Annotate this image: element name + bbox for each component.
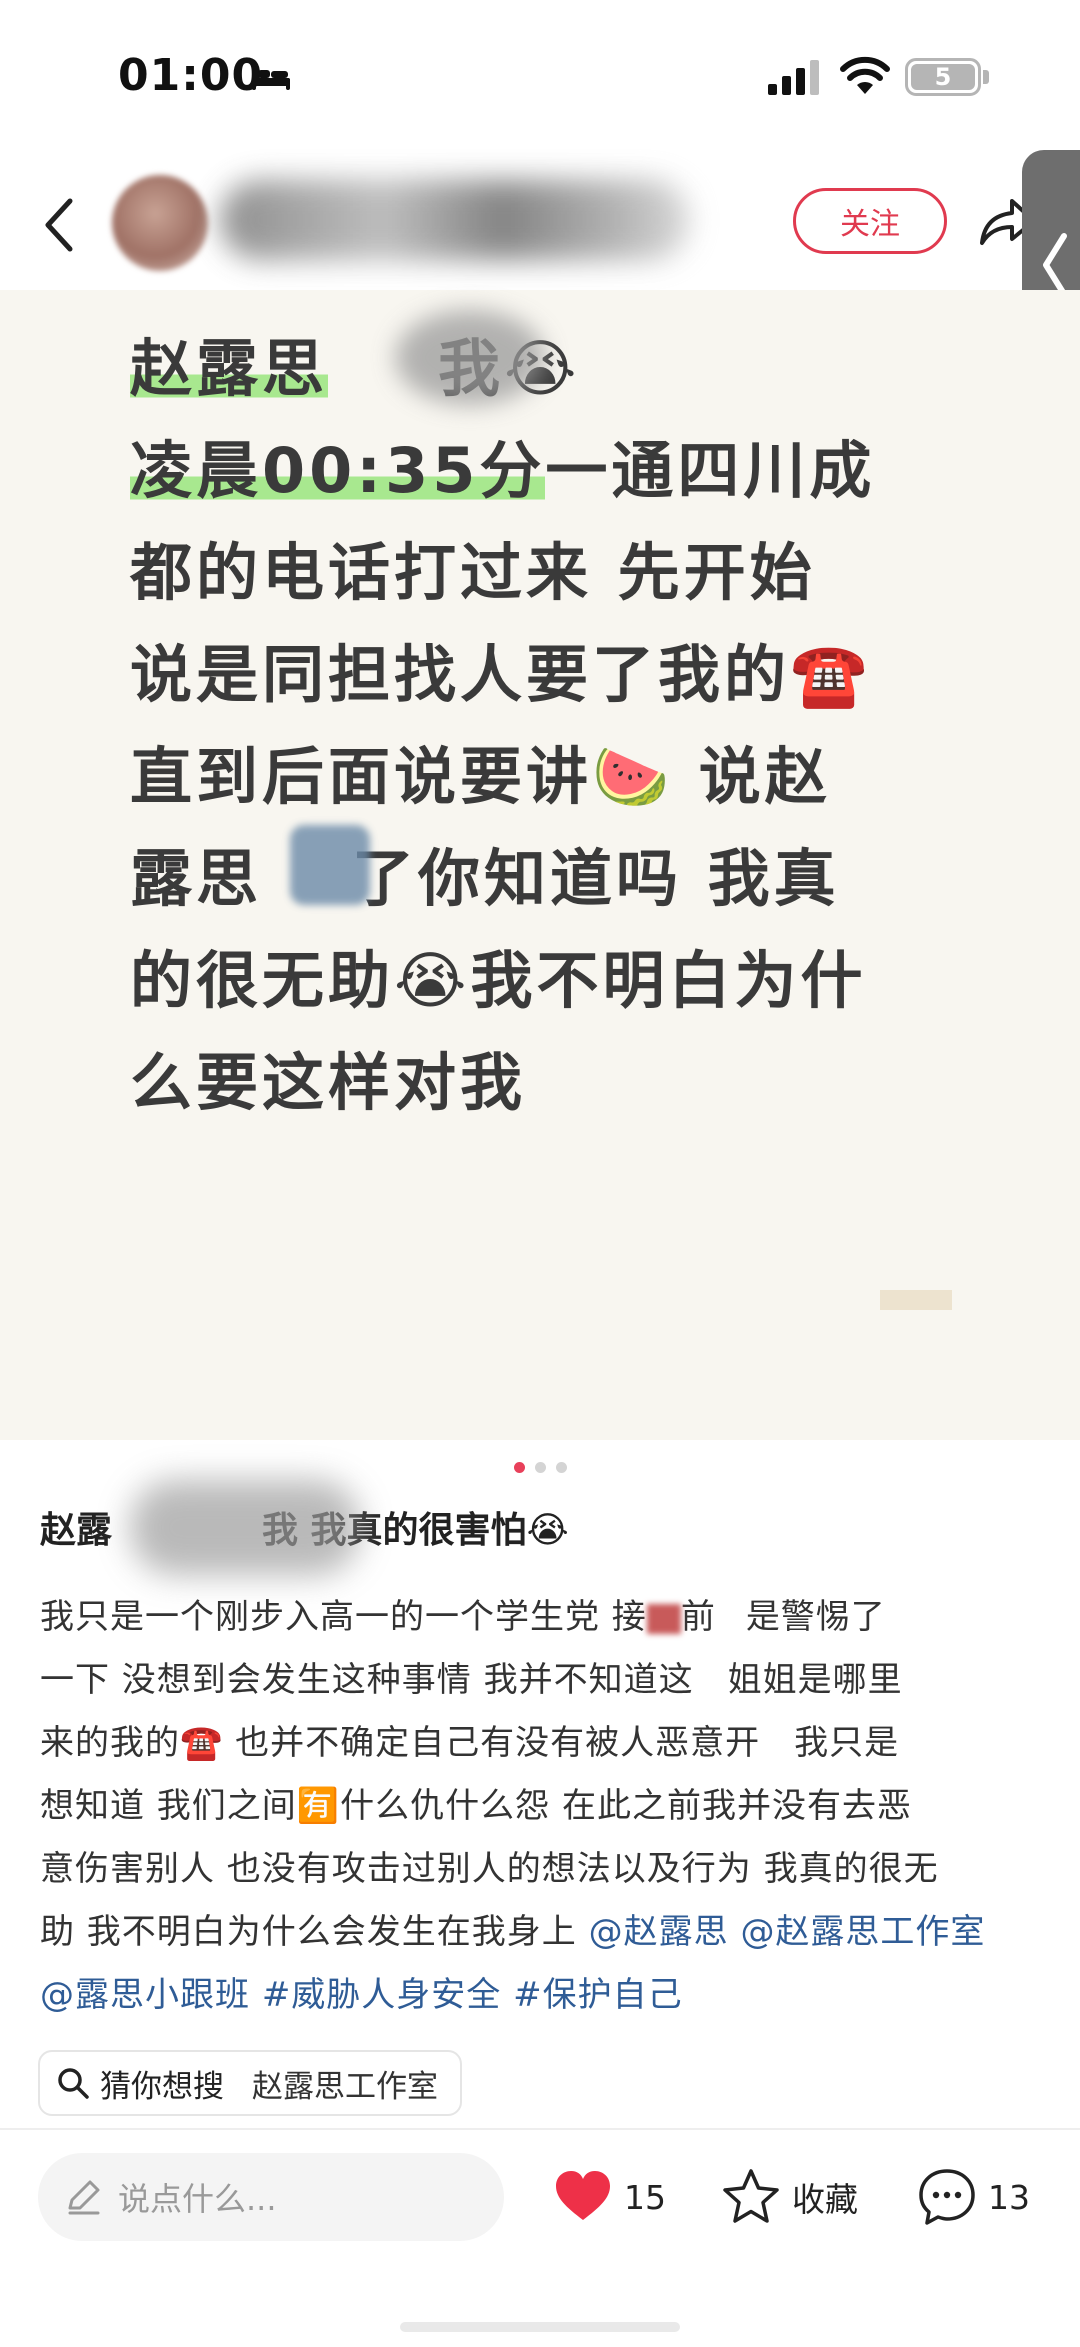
search-suggestion-chip[interactable]: 猜你想搜 赵露思工作室 (38, 2050, 462, 2116)
like-count: 15 (624, 2177, 666, 2217)
image-line: 么要这样对我 (130, 1046, 527, 1119)
body-line: 意伤害别人 也没有攻击过别人的想法以及行为 我真的很无 (40, 1849, 939, 1889)
body-line: 一下 没想到会发生这种事情 我并不知道这 姐姐是哪里 (40, 1660, 903, 1700)
crying-emoji: 😭 (526, 1510, 569, 1551)
you-emoji: 🈶 (296, 1786, 341, 1826)
telephone-emoji: ☎️ (790, 638, 872, 711)
redaction-blur (395, 310, 545, 405)
battery-level: 5 (911, 63, 975, 91)
star-icon (723, 2169, 779, 2223)
sleep-focus-icon (252, 66, 290, 90)
status-bar: 01:00 5 (0, 0, 1080, 150)
like-button[interactable]: 15 (552, 2153, 666, 2241)
image-line: 直到后面说要讲🍉 说赵 (130, 726, 960, 828)
decorative-bar (880, 1290, 952, 1310)
redaction-blur (290, 825, 370, 905)
redaction-blur (130, 1480, 360, 1575)
crying-emoji: 😭 (394, 944, 471, 1017)
follow-button[interactable]: 关注 (793, 188, 947, 254)
hashtag-link[interactable]: #保护自己 (513, 1975, 683, 2015)
body-line: 想知道 我们之间🈶什么仇什么怨 在此之前我并没有去恶 (40, 1786, 912, 1826)
author-name-redacted[interactable] (220, 180, 690, 260)
cellular-signal-icon (768, 60, 819, 95)
search-suggestion-label: 猜你想搜 (100, 2068, 224, 2105)
body-line: 我只是一个刚步入高一的一个学生党 接前是警惕了 (40, 1597, 886, 1637)
battery-indicator: 5 (905, 58, 981, 96)
author-avatar[interactable] (112, 175, 208, 271)
collect-button[interactable]: 收藏 (720, 2153, 858, 2241)
watermelon-emoji: 🍉 (592, 740, 674, 813)
image-text: 赵露思我😭 凌晨00:35分一通四川成 都的电话打过来 先开始 说是同担找人要了… (130, 318, 960, 1134)
image-line: 露思 了你知道吗 我真 (130, 842, 840, 915)
image-line: 说是同担找人要了我的☎️ (130, 624, 960, 726)
pager-dot (513, 1462, 525, 1473)
top-nav: 关注 (0, 150, 1080, 290)
battery-cap (983, 70, 989, 84)
collect-label: 收藏 (792, 2180, 858, 2219)
comment-count: 13 (988, 2177, 1030, 2217)
mention-link[interactable]: @赵露思 (589, 1912, 729, 1952)
telephone-emoji: ☎️ (180, 1723, 224, 1763)
bottom-action-bar: 说点什么... 15 收藏 13 (0, 2128, 1080, 2347)
image-line: 赵露思我😭 (130, 318, 960, 420)
pager-dot (534, 1462, 546, 1473)
wifi-icon (840, 56, 890, 94)
body-line: 来的我的☎️ 也并不确定自己有没有被人恶意开 我只是 (40, 1723, 900, 1763)
comment-button[interactable]: 13 (916, 2153, 1030, 2241)
note-body: 我只是一个刚步入高一的一个学生党 接前是警惕了 一下 没想到会发生这种事情 我并… (40, 1586, 1050, 2027)
search-icon (58, 2068, 89, 2099)
hashtag-link[interactable]: #威胁人身安全 (262, 1975, 502, 2015)
pencil-icon (68, 2180, 100, 2215)
mention-link[interactable]: @露思小跟班 (40, 1975, 250, 2015)
mention-link[interactable]: @赵露思工作室 (740, 1912, 985, 1952)
image-line: 凌晨00:35分一通四川成 (130, 434, 876, 507)
comment-placeholder: 说点什么... (118, 2180, 277, 2218)
comment-input[interactable]: 说点什么... (38, 2153, 504, 2241)
search-suggestion-query: 赵露思工作室 (252, 2068, 438, 2105)
comment-bubble-icon (919, 2169, 975, 2225)
image-pager (0, 1462, 1080, 1473)
home-indicator[interactable] (400, 2322, 680, 2332)
heart-icon (556, 2171, 610, 2220)
note-image[interactable]: 赵露思我😭 凌晨00:35分一通四川成 都的电话打过来 先开始 说是同担找人要了… (0, 290, 1080, 1440)
body-line: @露思小跟班 #威胁人身安全 #保护自己 (40, 1964, 1050, 2027)
image-line: 的很无助😭我不明白为什 (130, 930, 960, 1032)
pager-dot (555, 1462, 567, 1473)
image-line: 都的电话打过来 先开始 (130, 536, 816, 609)
back-arrow-icon[interactable] (40, 195, 80, 255)
status-time: 01:00 (118, 50, 264, 101)
body-line: 助 我不明白为什么会发生在我身上 @赵露思 @赵露思工作室 (40, 1912, 986, 1952)
